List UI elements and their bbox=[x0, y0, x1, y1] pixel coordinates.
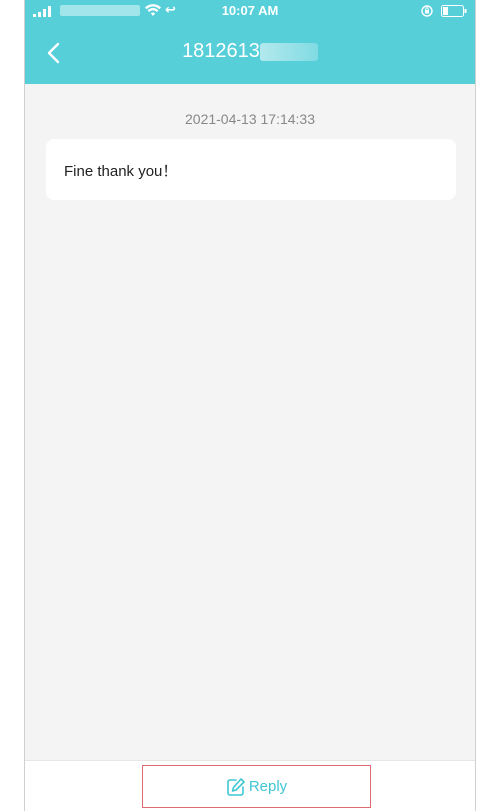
header: ↩ 10:07 AM 1812613 bbox=[25, 0, 475, 84]
edit-icon bbox=[227, 777, 245, 796]
message-timestamp: 2021-04-13 17:14:33 bbox=[185, 111, 315, 127]
status-time: 10:07 AM bbox=[221, 3, 279, 18]
nav-bar: 1812613 bbox=[25, 28, 475, 78]
footer: Reply bbox=[25, 760, 475, 811]
page-title: 1812613 bbox=[25, 40, 475, 63]
contact-number: 1812613 bbox=[182, 40, 260, 62]
rotation-lock-icon bbox=[421, 5, 433, 17]
phone-screen: ↩ 10:07 AM 1812613 2021-04-13 17:14:33 F… bbox=[24, 0, 476, 811]
status-bar: ↩ 10:07 AM bbox=[25, 0, 475, 22]
battery-icon bbox=[441, 5, 467, 17]
reply-button[interactable]: Reply bbox=[142, 765, 371, 808]
message-text: Fine thank you！ bbox=[64, 163, 178, 180]
reply-label: Reply bbox=[248, 778, 288, 795]
message-bubble: Fine thank you！ bbox=[46, 139, 456, 200]
redacted-digits bbox=[259, 42, 318, 61]
